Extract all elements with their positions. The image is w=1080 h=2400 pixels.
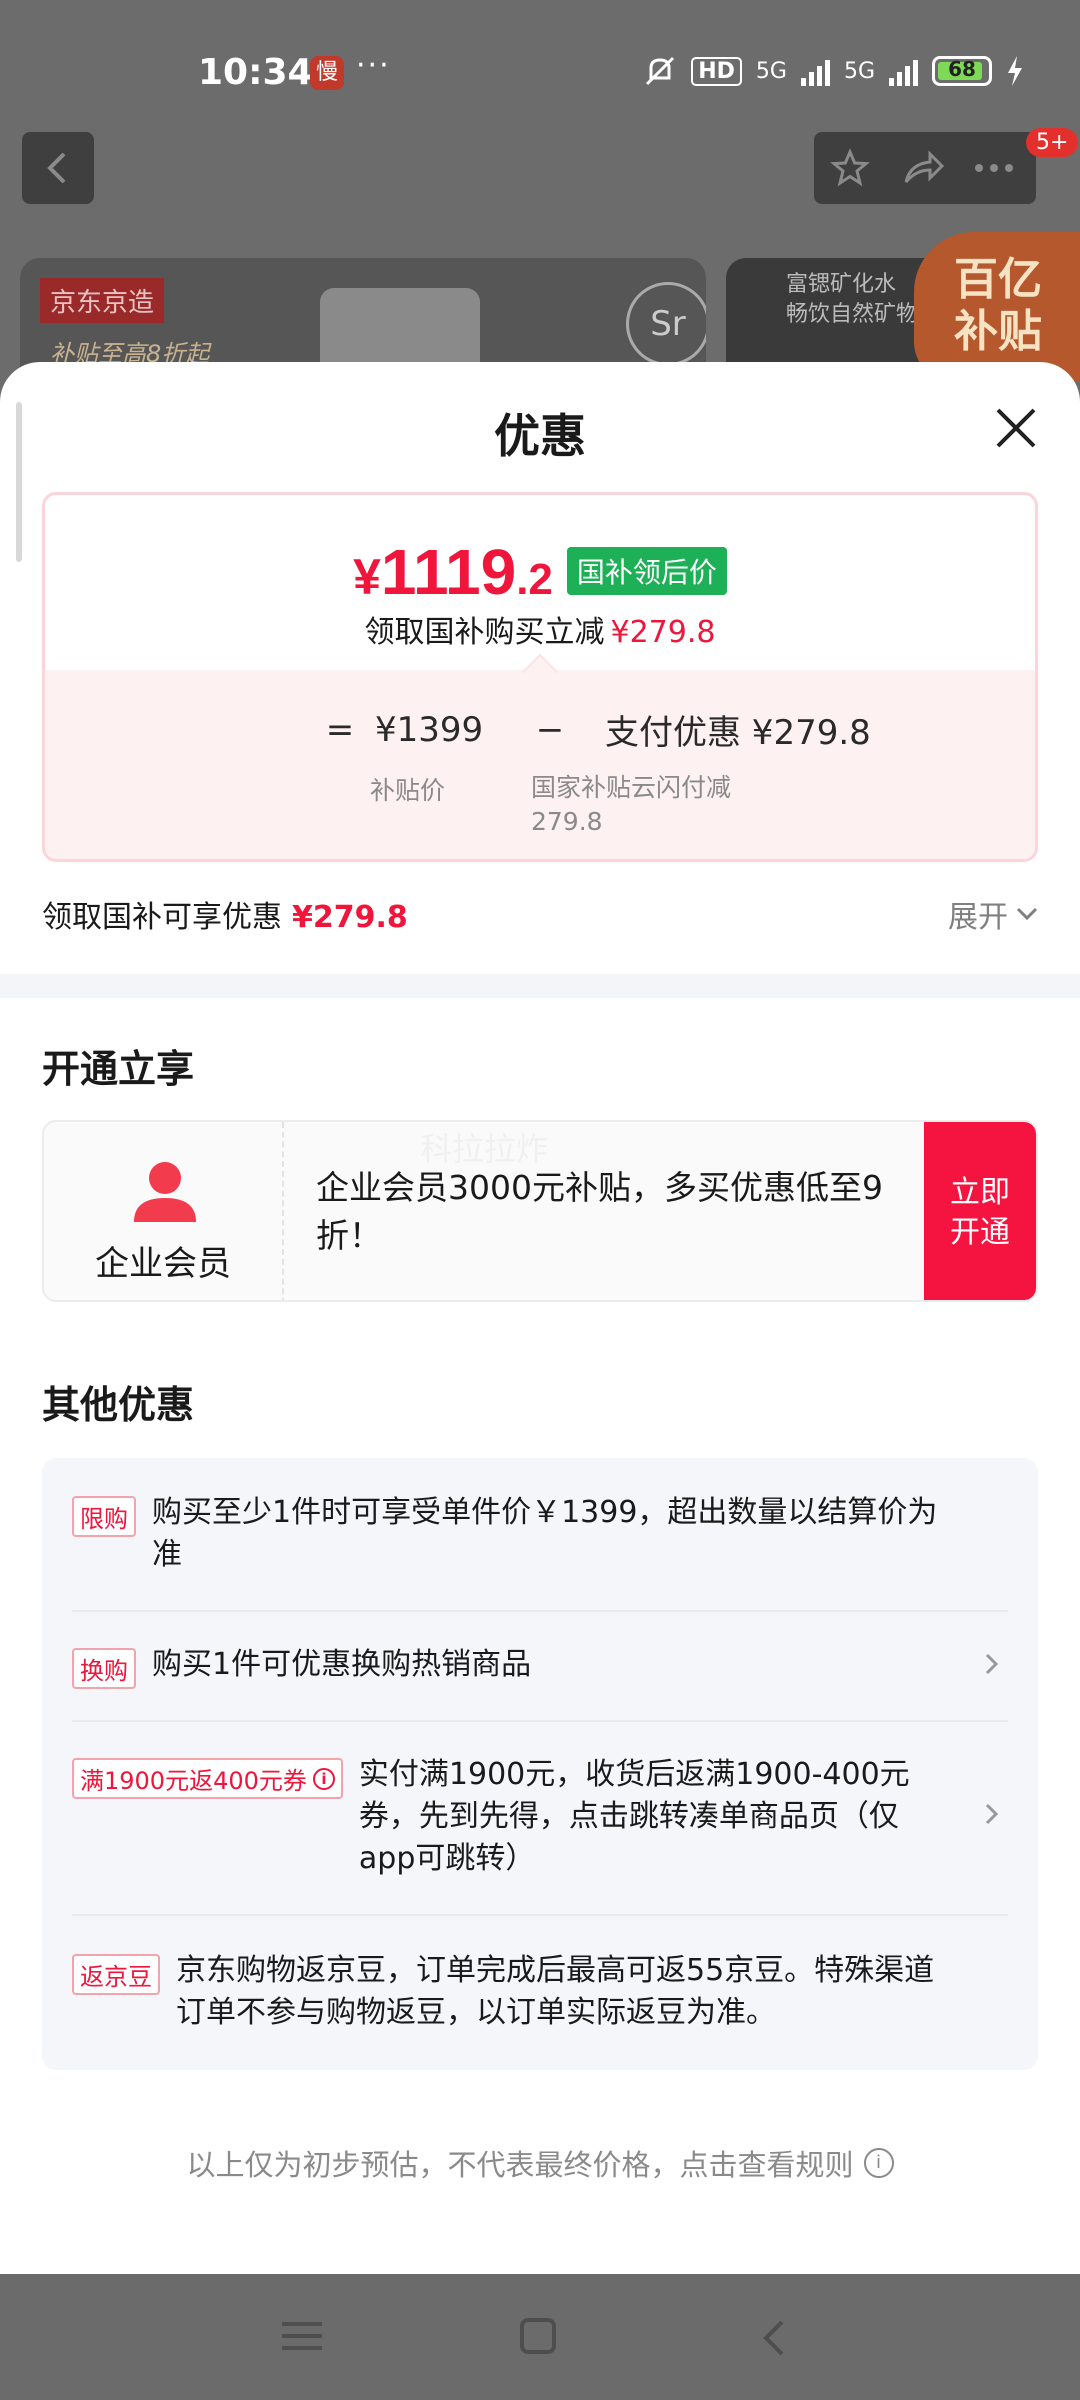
chevron-right-icon: [985, 1653, 999, 1675]
discount-caption-line-2: 279.8: [531, 807, 603, 836]
other-section-title: 其他优惠: [42, 1383, 195, 1427]
charging-icon: [1008, 56, 1022, 86]
watermark: 科拉拉炸: [420, 1130, 549, 1168]
nav-menu-icon[interactable]: [282, 2320, 322, 2352]
expand-label: 展开: [948, 900, 1008, 935]
promo-text: 购买至少1件时可享受单件价￥1399，超出数量以结算价为准: [152, 1495, 938, 1572]
member-description: 企业会员3000元补贴，多买优惠低至9折！: [316, 1168, 883, 1255]
info-icon: i: [863, 2148, 894, 2178]
network-type-2: 5G: [843, 58, 875, 84]
person-icon: [134, 1162, 196, 1222]
nav-back-icon[interactable]: [756, 2318, 792, 2358]
equals-sign: =: [325, 709, 355, 750]
sheet-title: 优惠: [494, 409, 586, 463]
subsidy-promo-badge[interactable]: 百亿 补贴: [914, 232, 1080, 382]
member-label: 企业会员: [95, 1244, 231, 1284]
status-time: 10:34: [198, 52, 313, 93]
info-icon[interactable]: i: [312, 1767, 335, 1790]
footer-note-text: 以上仅为初步预估，不代表最终价格，点击查看规则: [186, 2148, 854, 2182]
nav-home-icon[interactable]: [520, 2318, 556, 2354]
mute-icon: [646, 56, 675, 86]
back-button[interactable]: [22, 132, 94, 204]
gov-subsidy-label: 领取国补可享优惠: [42, 900, 282, 935]
promo-item-beans: 返京豆 京东购物返京豆，订单完成后最高可返55京豆。特殊渠道订单不参与购物返豆，…: [72, 1950, 1008, 2034]
price-integer: 1119: [380, 536, 517, 608]
reduce-row: 领取国补购买立减 ¥279.8: [45, 607, 1035, 651]
final-price-row: ¥1119.2 国补领后价: [45, 535, 1035, 609]
price-breakdown-card: ¥1119.2 国补领后价 领取国补购买立减 ¥279.8 = ¥1399 − 支…: [42, 492, 1038, 862]
row-divider: [72, 1720, 1008, 1722]
promo-tag: 换购: [72, 1648, 136, 1689]
promo-line-2: 补贴: [954, 306, 1042, 357]
card2-text-2: 畅饮自然矿物: [786, 302, 919, 327]
discount-caption-line-1: 国家补贴云闪付减: [531, 773, 732, 802]
signal-icon: [800, 56, 830, 86]
base-price-caption: 补贴价: [370, 776, 446, 805]
row-divider: [72, 1914, 1008, 1916]
close-icon[interactable]: [990, 402, 1042, 454]
row-divider: [72, 1610, 1008, 1612]
notification-app-icon: 慢: [310, 56, 344, 90]
section-divider: [0, 974, 1080, 998]
price-type-badge: 国补领后价: [566, 547, 727, 595]
status-bar: 10:34 慢 ··· HD 5G 5G 68: [0, 0, 1080, 120]
promo-text: 京东购物返京豆，订单完成后最高可返55京豆。特殊渠道订单不参与购物返豆，以订单实…: [176, 1953, 935, 2030]
more-icon[interactable]: [974, 162, 1014, 174]
promo-line-1: 百亿: [954, 254, 1042, 305]
currency-symbol: ¥: [353, 549, 381, 605]
signal-icon-2: [889, 56, 918, 86]
header-actions: [814, 132, 1036, 204]
reduce-amount: ¥279.8: [610, 615, 716, 650]
brand-tag: 京东京造: [40, 278, 165, 323]
price-decimal: .2: [516, 555, 553, 604]
rules-link[interactable]: 以上仅为初步预估，不代表最终价格，点击查看规则 i: [0, 2142, 1080, 2184]
discount-caption: 国家补贴云闪付减 279.8: [531, 771, 731, 839]
promo-text: 实付满1900元，收货后返满1900-400元券，先到先得，点击跳转凑单商品页（…: [358, 1757, 910, 1876]
promo-tag: 满1900元返400元券 i: [72, 1758, 343, 1799]
chevron-down-icon: [1016, 907, 1038, 921]
status-indicators: HD 5G 5G 68: [643, 54, 1024, 88]
final-price: ¥1119.2: [353, 535, 553, 609]
chevron-right-icon: [985, 1803, 999, 1825]
message-count-badge: 5+: [1026, 128, 1079, 157]
expand-button[interactable]: 展开: [948, 892, 1038, 936]
system-nav-bar: [0, 2274, 1080, 2400]
other-discounts-card: 限购 购买至少1件时可享受单件价￥1399，超出数量以结算价为准 换购 购买1件…: [42, 1458, 1038, 2070]
promo-tag: 返京豆: [72, 1954, 160, 1995]
promo-item-tradein[interactable]: 换购 购买1件可优惠换购热销商品: [72, 1644, 1008, 1689]
promo-item: 限购 购买至少1件时可享受单件价￥1399，超出数量以结算价为准: [72, 1492, 1008, 1576]
promo-text: 购买1件可优惠换购热销商品: [152, 1647, 532, 1682]
battery-icon: 68: [932, 56, 992, 86]
gov-subsidy-amount: ¥279.8: [292, 900, 408, 935]
card2-text-1: 富锶矿化水: [786, 272, 897, 297]
share-icon[interactable]: [902, 148, 946, 188]
price-calculation: = ¥1399 − 支付优惠 ¥279.8: [305, 705, 871, 754]
promo-tag: 限购: [72, 1496, 136, 1537]
gov-subsidy-row: 领取国补可享优惠 ¥279.8: [42, 892, 408, 936]
open-section-title: 开通立享: [42, 1047, 195, 1091]
discount-sheet: 优惠 ¥1119.2 国补领后价 领取国补购买立减 ¥279.8 = ¥1399 …: [0, 362, 1080, 2274]
minus-sign: −: [535, 709, 565, 750]
star-icon[interactable]: [830, 148, 870, 188]
promo-tag-label: 满1900元返400元券: [80, 1767, 307, 1795]
hd-icon: HD: [691, 56, 742, 86]
member-badge: 企业会员: [44, 1122, 284, 1300]
breakdown-caret: [521, 653, 559, 691]
battery-level: 68: [948, 57, 976, 81]
base-price: ¥1399: [375, 709, 484, 750]
more-notifications-icon: ···: [356, 48, 391, 83]
payment-discount: 支付优惠 ¥279.8: [605, 713, 871, 753]
back-icon: [47, 152, 66, 184]
promo-item-coupon[interactable]: 满1900元返400元券 i 实付满1900元，收货后返满1900-400元券，先…: [72, 1754, 1008, 1880]
reduce-label: 领取国补购买立减: [364, 615, 605, 650]
open-membership-button[interactable]: 立即开通: [924, 1122, 1036, 1300]
network-type-1: 5G: [755, 58, 787, 84]
sr-logo: Sr: [626, 282, 706, 366]
